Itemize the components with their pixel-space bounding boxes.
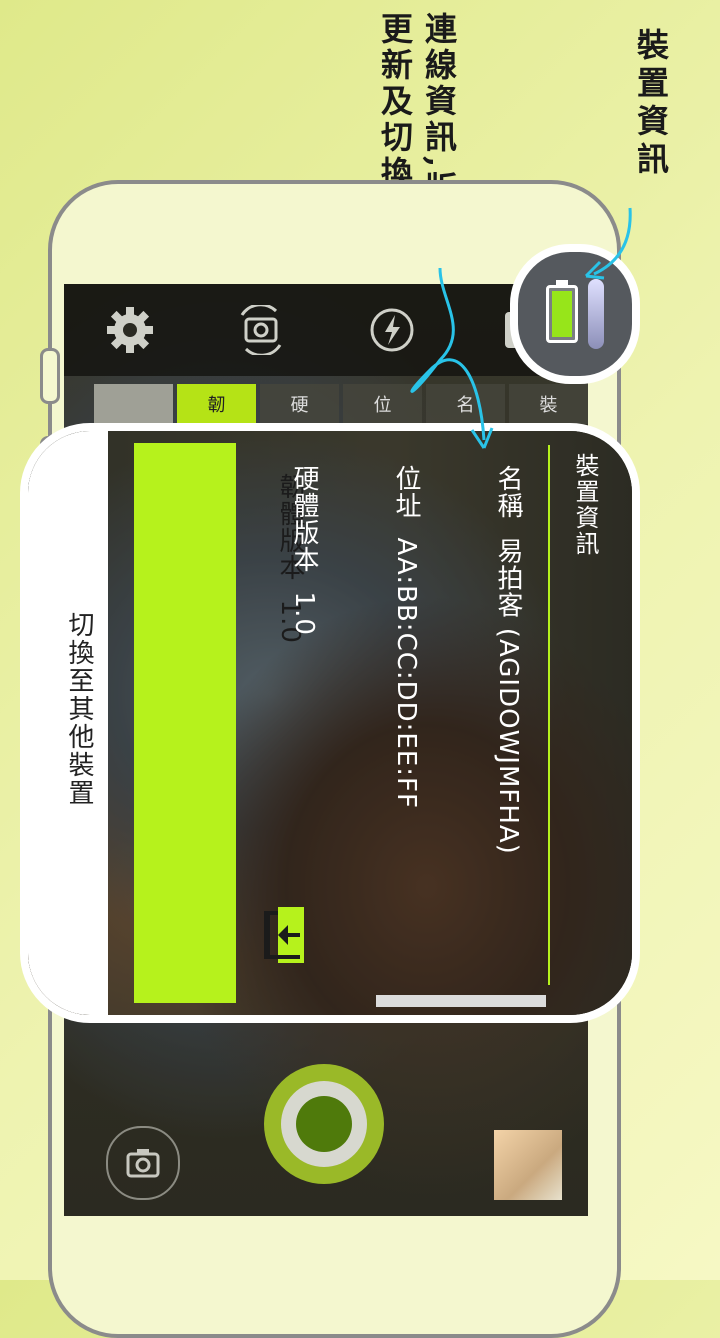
flash-icon[interactable] xyxy=(365,303,419,357)
battery-cap xyxy=(556,280,568,285)
name-row: 名稱 易拍客 (AGIDOWJMFHA) xyxy=(490,465,527,855)
device-info-panel: 切換至其他裝置 韌體版本 1.0 硬體版本 1.0 位址 AA:BB:CC:DD… xyxy=(20,423,640,1023)
camera-mode-button[interactable] xyxy=(106,1126,180,1200)
tab-device[interactable]: 裝 xyxy=(509,384,588,424)
camera-switch-icon[interactable] xyxy=(234,303,288,357)
tab-address[interactable]: 位 xyxy=(343,384,422,424)
shutter-ring xyxy=(281,1081,367,1167)
phone-side-button xyxy=(40,348,60,404)
panel-accent-line xyxy=(548,445,550,985)
tab-firmware[interactable]: 韌 xyxy=(177,384,256,424)
address-row: 位址 AA:BB:CC:DD:EE:FF xyxy=(388,465,425,809)
panel-scroll-indicator xyxy=(376,995,546,1007)
shutter-dot xyxy=(296,1096,352,1152)
hardware-value: 1.0 xyxy=(289,591,319,636)
tab-blank[interactable] xyxy=(94,384,173,424)
shutter-button[interactable] xyxy=(264,1064,384,1184)
address-label: 位址 xyxy=(391,465,421,519)
hardware-row: 硬體版本 1.0 xyxy=(286,465,323,636)
selfie-stick-icon xyxy=(588,279,604,349)
panel-title: 裝置資訊 xyxy=(571,453,599,557)
panel-dim-overlay xyxy=(28,431,632,1015)
device-info-bubble[interactable] xyxy=(510,244,640,384)
battery-level xyxy=(552,291,572,337)
tab-name[interactable]: 名 xyxy=(426,384,505,424)
hardware-label: 硬體版本 xyxy=(289,465,319,573)
name-value: 易拍客 (AGIDOWJMFHA) xyxy=(493,537,523,855)
battery-icon xyxy=(546,280,578,343)
gallery-thumbnail[interactable] xyxy=(494,1130,562,1200)
tab-hardware[interactable]: 硬 xyxy=(260,384,339,424)
firmware-row[interactable]: 韌體版本 1.0 xyxy=(134,443,305,1003)
camera-icon xyxy=(126,1149,160,1178)
switch-device-button[interactable]: 切換至其他裝置 xyxy=(28,431,108,1015)
switch-device-label: 切換至其他裝置 xyxy=(64,611,94,807)
gear-icon[interactable] xyxy=(103,303,157,357)
name-label: 名稱 xyxy=(493,465,523,519)
info-tabstrip: 韌 硬 位 名 裝 xyxy=(94,384,588,424)
address-value: AA:BB:CC:DD:EE:FF xyxy=(391,537,421,809)
firmware-update-icon xyxy=(264,907,304,963)
annotation-device-info: 裝置資訊 xyxy=(632,28,670,180)
